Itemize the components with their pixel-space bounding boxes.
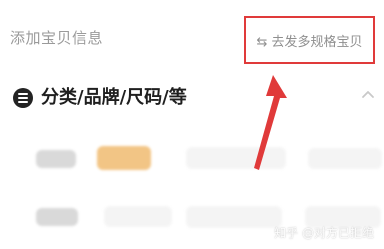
chevron-up-icon[interactable] — [361, 88, 375, 102]
list-icon — [13, 88, 33, 108]
page-title: 添加宝贝信息 — [10, 29, 104, 47]
watermark: 知乎 @对方已拒绝 — [274, 226, 374, 240]
blurred-option-chip[interactable] — [308, 148, 382, 169]
blurred-option-chip[interactable] — [36, 150, 76, 168]
blurred-option-chip[interactable] — [186, 206, 282, 228]
blurred-option-chip[interactable] — [97, 146, 151, 170]
section-header[interactable]: 分类/品牌/尺码/等 — [0, 80, 384, 114]
multi-spec-link[interactable]: ⇆ 去发多规格宝贝 — [244, 16, 375, 64]
blurred-option-chip[interactable] — [186, 147, 286, 169]
blurred-option-chip[interactable] — [36, 208, 78, 226]
multi-spec-link-text: ⇆ 去发多规格宝贝 — [256, 34, 363, 50]
screen: 添加宝贝信息 ⇆ 去发多规格宝贝 分类/品牌/尺码/等 知乎 @对方已拒绝 — [0, 0, 384, 249]
topbar: 添加宝贝信息 ⇆ 去发多规格宝贝 — [0, 0, 384, 72]
section-title: 分类/品牌/尺码/等 — [41, 87, 187, 108]
blurred-option-chip[interactable] — [104, 206, 172, 227]
